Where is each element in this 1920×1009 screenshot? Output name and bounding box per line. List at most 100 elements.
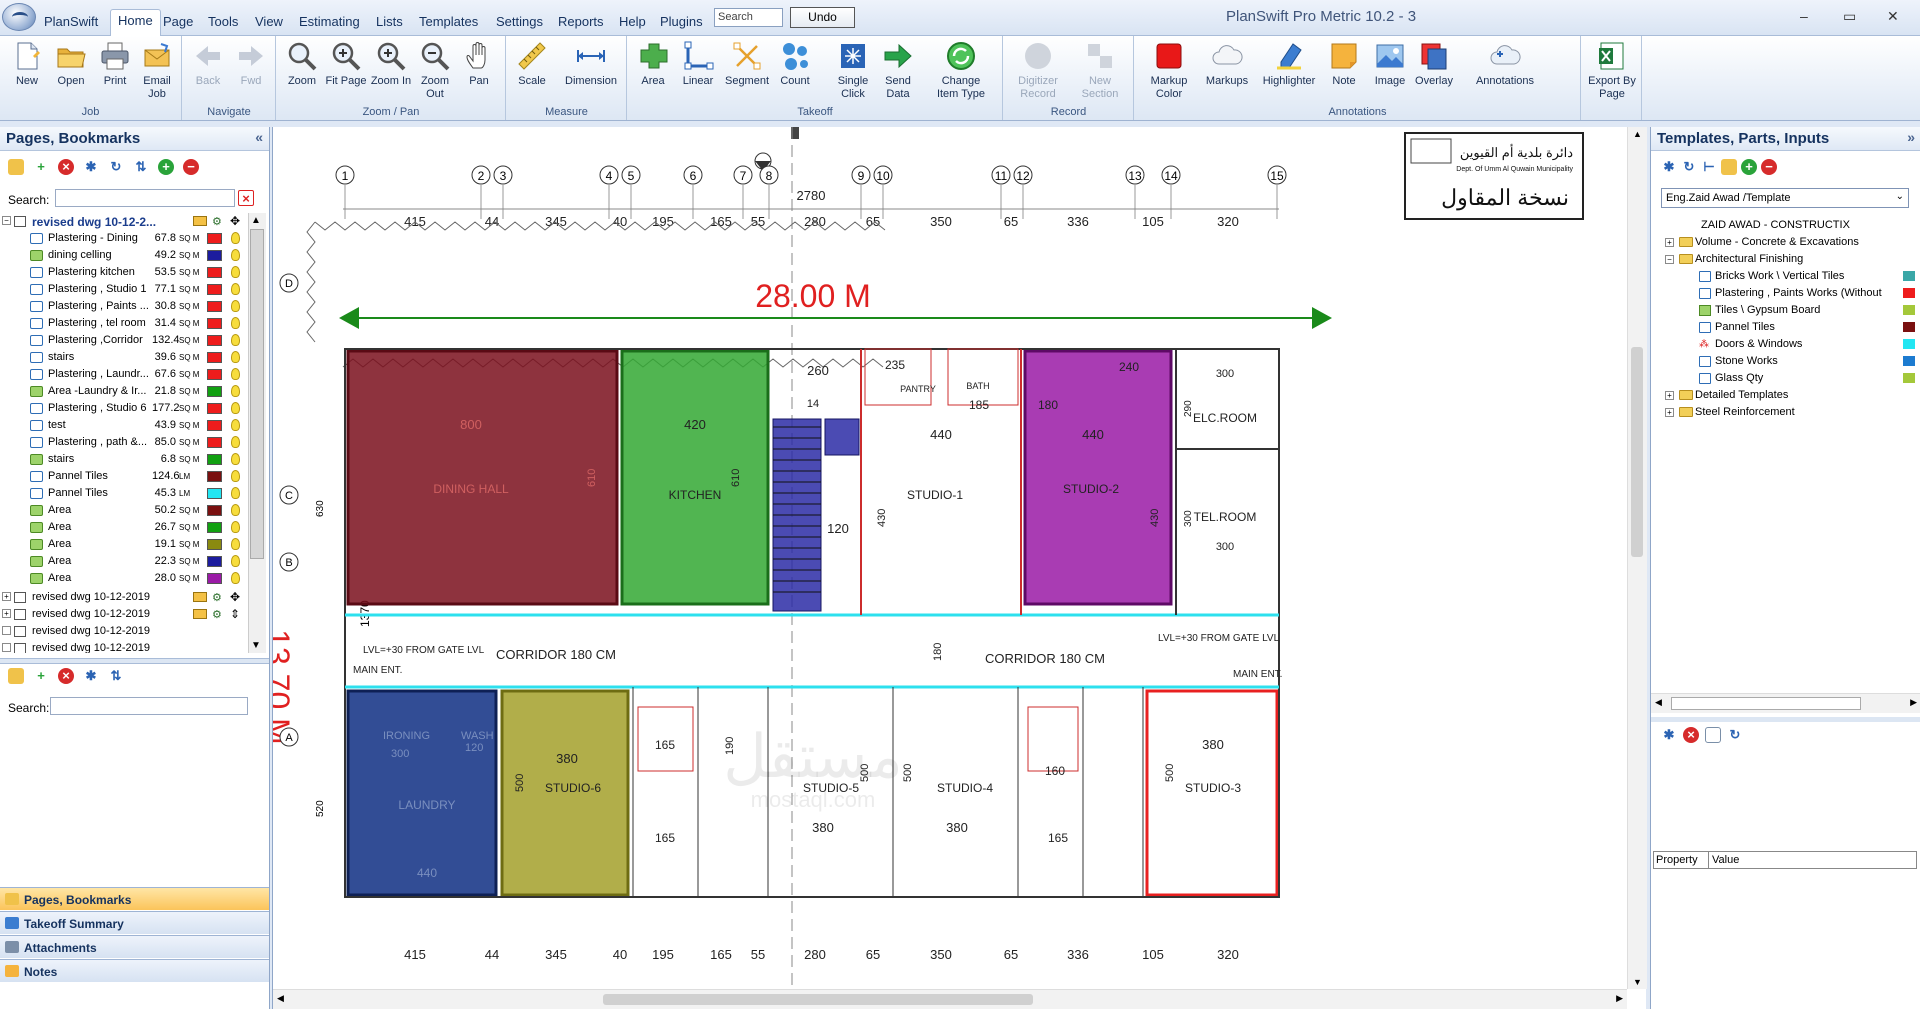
takeoff-item-color[interactable] <box>207 335 222 346</box>
takeoff-item-row[interactable]: Plastering , tel room 31.4 SQ M <box>0 315 248 332</box>
markups-button[interactable]: Markups <box>1201 40 1253 88</box>
expand-node-icon[interactable]: + <box>2 592 11 601</box>
search-input[interactable]: Search <box>714 8 783 27</box>
single-click-button[interactable]: Single Click <box>831 40 875 101</box>
template-tree-row[interactable]: ⁂ Doors & Windows <box>1651 336 1920 353</box>
gear-icon[interactable]: ✱ <box>1661 727 1677 743</box>
template-tree-row[interactable]: Glass Qty <box>1651 370 1920 387</box>
takeoff-item-row[interactable]: test 43.9 SQ M <box>0 417 248 434</box>
page-row[interactable]: revised dwg 10-12-2019 <box>0 640 248 653</box>
scale-button[interactable]: Scale <box>510 40 554 88</box>
takeoff-item-row[interactable]: stairs 6.8 SQ M <box>0 451 248 468</box>
takeoff-item-color[interactable] <box>207 233 222 244</box>
delete-icon[interactable]: × <box>58 668 74 684</box>
scroll-down-icon[interactable]: ▼ <box>251 640 261 651</box>
takeoff-item-color[interactable] <box>207 437 222 448</box>
canvas-vertical-scrollbar[interactable]: ▲ ▼ <box>1627 127 1647 989</box>
maximize-icon[interactable]: ▭ <box>1843 8 1856 25</box>
count-button[interactable]: Count <box>773 40 817 88</box>
menu-home[interactable]: Home <box>110 9 161 37</box>
takeoff-item-row[interactable]: Plastering , Laundr... 67.6 SQ M <box>0 366 248 383</box>
splitter[interactable] <box>1651 717 1920 722</box>
template-tree-row[interactable]: Plastering , Paints Works (Without <box>1651 285 1920 302</box>
zoom-out-button[interactable]: Zoom Out <box>413 40 457 101</box>
scroll-up-icon[interactable]: ▲ <box>1633 129 1642 139</box>
export-by-page-button[interactable]: Export By Page <box>1588 40 1636 101</box>
takeoff-item-row[interactable]: dining celling 49.2 SQ M <box>0 247 248 264</box>
scroll-right-icon[interactable]: ▶ <box>1910 697 1917 708</box>
takeoff-item-row[interactable]: Pannel Tiles 45.3 LM <box>0 485 248 502</box>
expand-all-icon[interactable]: + <box>158 159 174 175</box>
expand-node-icon[interactable]: + <box>1665 408 1674 417</box>
visibility-bulb-icon[interactable] <box>231 249 240 261</box>
columns-icon[interactable]: ⊢ <box>1701 159 1717 175</box>
takeoff-item-row[interactable]: Area -Laundry & Ir... 21.8 SQ M <box>0 383 248 400</box>
expand-node-icon[interactable] <box>2 643 11 652</box>
menu-help[interactable]: Help <box>619 14 646 29</box>
annotations-button[interactable]: Annotations <box>1472 40 1538 88</box>
visibility-bulb-icon[interactable] <box>231 283 240 295</box>
scroll-right-icon[interactable]: ▶ <box>1616 993 1623 1004</box>
template-tree-row[interactable]: + Steel Reinforcement <box>1651 404 1920 421</box>
refresh-icon[interactable]: ↻ <box>1681 159 1697 175</box>
add-icon[interactable]: + <box>1741 159 1757 175</box>
visibility-bulb-icon[interactable] <box>231 436 240 448</box>
template-tree-row[interactable]: Pannel Tiles <box>1651 319 1920 336</box>
folder-icon[interactable] <box>8 159 24 175</box>
visibility-bulb-icon[interactable] <box>231 504 240 516</box>
visibility-bulb-icon[interactable] <box>231 572 240 584</box>
tree-root-page[interactable]: − revised dwg 10-12-2... ⚙ ✥ <box>0 213 248 230</box>
bookmarks-search-input[interactable] <box>50 697 248 715</box>
menu-plugins[interactable]: Plugins <box>660 14 703 29</box>
floor-plan[interactable]: دائرة بلدية أم القيوين Dept. Of Umm Al Q… <box>273 127 1627 989</box>
menu-planswift[interactable]: PlanSwift <box>44 14 98 29</box>
add-icon[interactable]: + <box>33 668 49 684</box>
takeoff-item-color[interactable] <box>207 556 222 567</box>
delete-icon[interactable]: × <box>1683 727 1699 743</box>
splitter[interactable] <box>0 658 269 664</box>
nav-notes[interactable]: Notes <box>0 959 269 982</box>
menu-estimating[interactable]: Estimating <box>299 14 360 29</box>
undo-button[interactable]: Undo <box>790 7 855 28</box>
change-item-type-button[interactable]: Change Item Type <box>931 40 991 101</box>
takeoff-item-color[interactable] <box>207 301 222 312</box>
template-tree-row[interactable]: Bricks Work \ Vertical Tiles <box>1651 268 1920 285</box>
overlay-button[interactable]: Overlay <box>1412 40 1456 88</box>
remove-icon[interactable]: − <box>1761 159 1777 175</box>
visibility-bulb-icon[interactable] <box>231 232 240 244</box>
gear-icon[interactable]: ✱ <box>83 668 99 684</box>
markup-color-button[interactable]: Markup Color <box>1143 40 1195 101</box>
visibility-bulb-icon[interactable] <box>231 266 240 278</box>
folder-icon[interactable] <box>8 668 24 684</box>
takeoff-item-color[interactable] <box>207 454 222 465</box>
folder-icon[interactable] <box>1721 159 1737 175</box>
template-tree-row[interactable]: Stone Works <box>1651 353 1920 370</box>
takeoff-item-row[interactable]: Plastering , Studio 1 77.1 SQ M <box>0 281 248 298</box>
takeoff-item-color[interactable] <box>207 284 222 295</box>
gear-icon[interactable]: ✱ <box>83 159 99 175</box>
table-icon[interactable] <box>1705 727 1721 743</box>
takeoff-item-color[interactable] <box>207 386 222 397</box>
template-tree-row[interactable]: + Detailed Templates <box>1651 387 1920 404</box>
collapse-left-icon[interactable]: « <box>255 129 263 145</box>
template-select[interactable]: Eng.Zaid Awad /Template ⌄ <box>1661 188 1909 208</box>
print-button[interactable]: Print <box>93 40 137 88</box>
takeoff-item-color[interactable] <box>207 573 222 584</box>
zoom-in-button[interactable]: Zoom In <box>369 40 413 88</box>
page-row[interactable]: revised dwg 10-12-2019 <box>0 623 248 640</box>
canvas-horizontal-scrollbar[interactable]: ◀ ▶ <box>273 989 1627 1009</box>
takeoff-item-color[interactable] <box>207 539 222 550</box>
nav-pages-bookmarks[interactable]: Pages, Bookmarks <box>0 887 269 910</box>
takeoff-item-color[interactable] <box>207 471 222 482</box>
template-tree-row[interactable]: Tiles \ Gypsum Board <box>1651 302 1920 319</box>
visibility-bulb-icon[interactable] <box>231 385 240 397</box>
sort-icon[interactable]: ⇅ <box>133 159 149 175</box>
pages-search-input[interactable] <box>55 189 235 207</box>
visibility-bulb-icon[interactable] <box>231 368 240 380</box>
fit-page-button[interactable]: Fit Page <box>324 40 368 88</box>
send-data-button[interactable]: Send Data <box>876 40 920 101</box>
dining-hall-area[interactable] <box>346 349 619 606</box>
takeoff-item-color[interactable] <box>207 403 222 414</box>
pan-button[interactable]: Pan <box>457 40 501 88</box>
takeoff-item-row[interactable]: Pannel Tiles 124.6 LM <box>0 468 248 485</box>
